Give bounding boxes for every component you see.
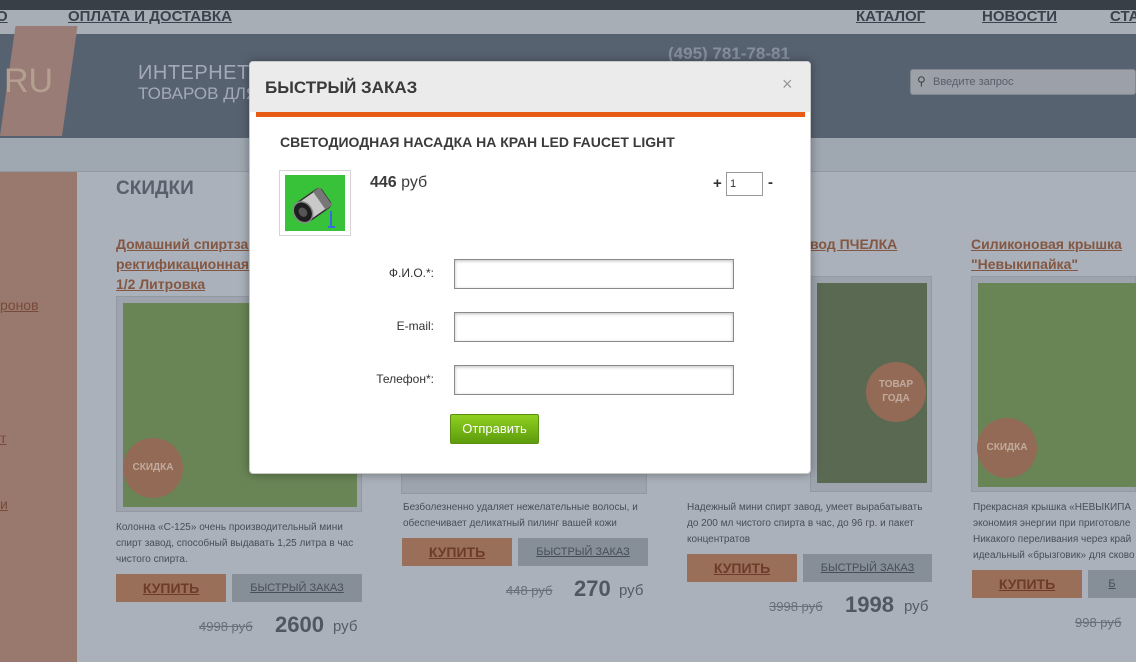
product-thumbnail [279,170,351,236]
faucet-icon [285,175,345,231]
email-input[interactable] [454,312,734,342]
modal-title: БЫСТРЫЙ ЗАКАЗ [265,78,418,97]
fio-label: Ф.И.О.*: [388,266,434,280]
faucet-light-image [285,175,345,231]
qty-plus-button[interactable]: + [713,175,722,192]
submit-button[interactable]: Отправить [450,414,539,444]
phone-label: Телефон*: [376,372,434,386]
phone-input[interactable] [454,365,734,395]
price-value: 446 [370,174,397,191]
modal-header: БЫСТРЫЙ ЗАКАЗ × [250,62,810,112]
fio-input[interactable] [454,259,734,289]
email-label: E-mail: [396,319,434,333]
quantity-input[interactable] [726,172,763,196]
close-icon[interactable]: × [782,74,793,95]
price-currency: руб [401,174,428,191]
qty-minus-button[interactable]: - [768,174,773,191]
modal-price: 446 руб [370,174,427,192]
modal-product-name: СВЕТОДИОДНАЯ НАСАДКА НА КРАН LED FAUCET … [280,134,675,150]
